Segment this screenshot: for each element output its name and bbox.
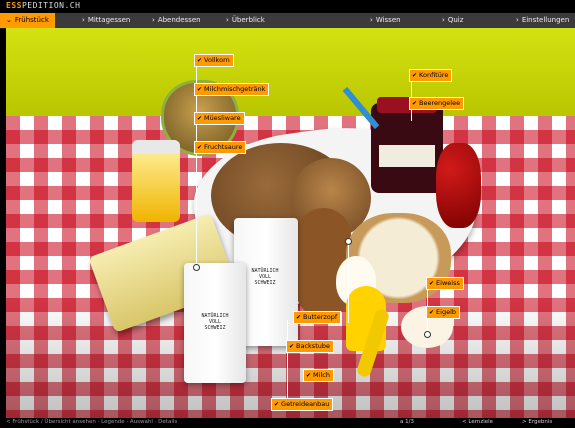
- callout-butterzopf[interactable]: ✔ Butterzopf: [293, 311, 342, 324]
- hotspot-dot[interactable]: [424, 331, 431, 338]
- callout-eigelb[interactable]: ✔ Eigelb: [426, 306, 461, 319]
- milk-glass: NATÜRLICH VOLL SCHWEIZ: [184, 263, 246, 383]
- check-icon: ✔: [274, 401, 280, 408]
- prev-button[interactable]: < Lernziele: [462, 419, 493, 425]
- check-icon: ✔: [197, 57, 203, 64]
- tab-einstellungen[interactable]: › Einstellungen: [516, 13, 569, 28]
- hotspot-dot[interactable]: [193, 264, 200, 271]
- yogurt-jar: [132, 140, 180, 222]
- tab-mittagessen[interactable]: › Mittagessen: [82, 13, 130, 28]
- callout-fruchtsaure[interactable]: ✔ Fruchtsaure: [194, 141, 247, 154]
- chevron-right-icon: ›: [516, 16, 519, 24]
- footer-breadcrumb: < Frühstück / Übersicht ansehen · Legend…: [6, 419, 178, 425]
- brand-logo: ESSPEDITION.CH: [6, 1, 81, 10]
- tab-abendessen[interactable]: › Abendessen: [152, 13, 201, 28]
- callout-konfituere[interactable]: ✔ Konfitüre: [409, 69, 453, 82]
- breakfast-scene: NATÜRLICH VOLL SCHWEIZ NATÜRLICH VOLL SC…: [6, 28, 575, 418]
- callout-getreideanbau[interactable]: ✔ Getreideanbau: [271, 398, 334, 411]
- chevron-right-icon: ›: [152, 16, 155, 24]
- chevron-right-icon: ›: [82, 16, 85, 24]
- chevron-right-icon: ›: [442, 16, 445, 24]
- check-icon: ✔: [412, 100, 418, 107]
- check-icon: ✔: [412, 72, 418, 79]
- title-bar: ESSPEDITION.CH: [0, 0, 575, 13]
- check-icon: ✔: [429, 280, 435, 287]
- hotspot-dot[interactable]: [345, 238, 352, 245]
- chevron-down-icon: ⌄: [6, 16, 12, 24]
- callout-eiweiss[interactable]: ✔ Eiweiss: [426, 277, 464, 290]
- tab-quiz[interactable]: › Quiz: [442, 13, 463, 28]
- check-icon: ✔: [197, 86, 203, 93]
- check-icon: ✔: [306, 372, 312, 379]
- check-icon: ✔: [296, 314, 302, 321]
- check-icon: ✔: [197, 115, 203, 122]
- jam-jar: [371, 97, 443, 193]
- chevron-right-icon: ›: [226, 16, 229, 24]
- strawberries: [436, 143, 481, 228]
- check-icon: ✔: [289, 343, 295, 350]
- main-navigation: ⌄ Frühstück › Mittagessen › Abendessen › Übe…: [0, 13, 575, 29]
- footer-bar: < Frühstück / Übersicht ansehen · Legend…: [0, 418, 575, 428]
- check-icon: ✔: [429, 309, 435, 316]
- chevron-right-icon: ›: [370, 16, 373, 24]
- tab-fruehstueck[interactable]: ⌄ Frühstück: [0, 13, 55, 28]
- background-wall: [6, 28, 575, 116]
- callout-milchmischgetraenk[interactable]: ✔ Milchmischgetränk: [194, 83, 270, 96]
- callout-milch[interactable]: ✔ Milch: [303, 369, 334, 382]
- callout-backstube[interactable]: ✔ Backstube: [286, 340, 334, 353]
- next-button[interactable]: > Ergebnis: [522, 419, 552, 425]
- page-indicator: a 1/3: [400, 419, 414, 425]
- callout-vollkorn[interactable]: ✔ Vollkorn: [194, 54, 234, 67]
- callout-beerengelee[interactable]: ✔ Beerengelee: [409, 97, 465, 110]
- tab-wissen[interactable]: › Wissen: [370, 13, 401, 28]
- check-icon: ✔: [197, 144, 203, 151]
- tab-ueberblick[interactable]: › Überblick: [226, 13, 265, 28]
- callout-mueesliware[interactable]: ✔ Müesliware: [194, 112, 245, 125]
